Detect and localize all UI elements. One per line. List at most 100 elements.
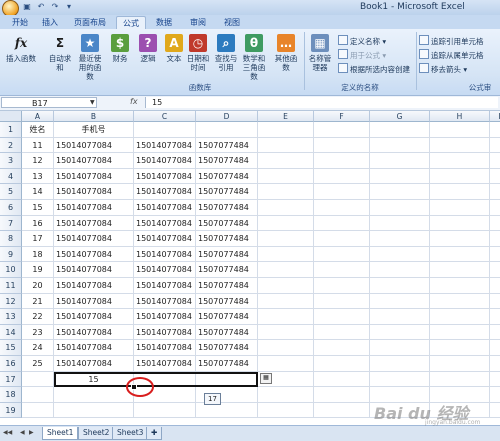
cell[interactable]: [430, 153, 490, 169]
cell[interactable]: [314, 262, 370, 278]
cell[interactable]: 1507077484: [196, 278, 258, 294]
cell[interactable]: [370, 231, 430, 247]
row-header[interactable]: 17: [0, 371, 22, 388]
cell[interactable]: [314, 184, 370, 200]
tab-5[interactable]: 审阅: [184, 16, 212, 29]
column-header-f[interactable]: F: [314, 111, 370, 122]
undo-icon[interactable]: ↶: [36, 2, 46, 12]
cell[interactable]: [430, 340, 490, 356]
cell[interactable]: [258, 246, 314, 263]
cell[interactable]: 13: [22, 168, 54, 185]
cell[interactable]: [258, 356, 314, 372]
ribbon-button-10[interactable]: ▦ 名称管理器: [306, 34, 334, 72]
cell[interactable]: 15014077084: [54, 340, 134, 356]
cell[interactable]: 15014077084: [54, 168, 134, 185]
cell[interactable]: [490, 231, 500, 247]
row-header[interactable]: 5: [0, 184, 22, 200]
cell[interactable]: [370, 309, 430, 325]
cell[interactable]: 1507077484: [196, 215, 258, 232]
sheet-tab-1[interactable]: Sheet1: [42, 427, 79, 440]
cell[interactable]: [490, 138, 500, 154]
cell[interactable]: [258, 387, 314, 403]
cell[interactable]: 手机号: [54, 122, 134, 138]
cell[interactable]: [430, 356, 490, 372]
column-header-e[interactable]: E: [258, 111, 314, 122]
cell[interactable]: [370, 215, 430, 232]
ribbon-button-2[interactable]: ★ 最近使用的函数: [76, 34, 104, 81]
cell[interactable]: [490, 325, 500, 341]
cell[interactable]: 15014077084: [134, 293, 196, 310]
cell[interactable]: [314, 215, 370, 232]
redo-icon[interactable]: ↷: [50, 2, 60, 12]
cell[interactable]: [370, 168, 430, 185]
row-header[interactable]: 12: [0, 293, 22, 310]
cell[interactable]: [314, 340, 370, 356]
cell[interactable]: [430, 324, 490, 341]
cell[interactable]: 1507077484: [196, 309, 258, 325]
cell[interactable]: [196, 122, 258, 138]
prev-sheet-icon[interactable]: ◀: [20, 429, 25, 436]
cell[interactable]: [314, 122, 370, 138]
row-header[interactable]: 2: [0, 137, 22, 154]
row-header[interactable]: 7: [0, 215, 22, 232]
row-header[interactable]: 16: [0, 356, 22, 372]
cell[interactable]: 15014077084: [54, 215, 134, 232]
cell[interactable]: [430, 262, 490, 278]
cell[interactable]: [258, 340, 314, 356]
cell[interactable]: 21: [22, 293, 54, 310]
row-header[interactable]: 11: [0, 278, 22, 294]
sheet-tab-3[interactable]: Sheet3: [112, 427, 149, 440]
tab-6[interactable]: 视图: [218, 16, 246, 29]
cell[interactable]: [370, 356, 430, 372]
cell[interactable]: 15014077084: [54, 153, 134, 169]
cell[interactable]: [430, 168, 490, 185]
cell[interactable]: 15014077084: [54, 293, 134, 310]
cell[interactable]: 15014077084: [134, 153, 196, 169]
row-header[interactable]: 15: [0, 340, 22, 356]
select-all-corner[interactable]: [0, 111, 22, 122]
autofill-options-icon[interactable]: ▦: [260, 372, 272, 384]
ribbon-button-0[interactable]: fx 插入函数: [4, 34, 38, 64]
cell[interactable]: [430, 278, 490, 294]
cell[interactable]: [370, 153, 430, 169]
cell[interactable]: 18: [22, 246, 54, 263]
cell[interactable]: [258, 153, 314, 169]
cell[interactable]: [370, 262, 430, 278]
cell[interactable]: [258, 262, 314, 278]
cell[interactable]: [314, 278, 370, 294]
cell[interactable]: 15014077084: [54, 246, 134, 263]
cell[interactable]: [314, 168, 370, 185]
cell[interactable]: [258, 309, 314, 325]
cell[interactable]: 15014077084: [54, 324, 134, 341]
cell[interactable]: 15014077084: [134, 246, 196, 263]
ribbon-button-8[interactable]: θ 数学和三角函数: [240, 34, 268, 81]
column-header-b[interactable]: B: [54, 111, 134, 122]
cell[interactable]: [490, 340, 500, 356]
cell[interactable]: [258, 324, 314, 341]
cell[interactable]: [490, 356, 500, 372]
cell[interactable]: 25: [22, 356, 54, 372]
cell[interactable]: 1507077484: [196, 137, 258, 154]
cell[interactable]: 15014077084: [134, 356, 196, 372]
cell[interactable]: [370, 278, 430, 294]
cell[interactable]: [258, 137, 314, 154]
row-header[interactable]: 9: [0, 246, 22, 263]
cell[interactable]: [490, 122, 500, 138]
cell[interactable]: [54, 387, 134, 403]
row-header[interactable]: 4: [0, 168, 22, 185]
cell[interactable]: 15014077084: [54, 278, 134, 294]
cell[interactable]: [430, 293, 490, 310]
cell[interactable]: 12: [22, 153, 54, 169]
tab-1[interactable]: 插入: [36, 16, 64, 29]
define-name-button[interactable]: 定义名称 ▾: [338, 35, 386, 47]
ribbon-button-3[interactable]: $ 财务: [106, 34, 134, 63]
cell[interactable]: [490, 247, 500, 263]
tab-0[interactable]: 开始: [6, 16, 34, 29]
cell[interactable]: [370, 340, 430, 356]
trace-dependents-button[interactable]: 追踪从属单元格: [419, 49, 484, 61]
cell[interactable]: [430, 184, 490, 200]
column-header-d[interactable]: D: [196, 111, 258, 122]
cell[interactable]: 20: [22, 278, 54, 294]
cell[interactable]: [258, 168, 314, 185]
cell[interactable]: [490, 169, 500, 185]
